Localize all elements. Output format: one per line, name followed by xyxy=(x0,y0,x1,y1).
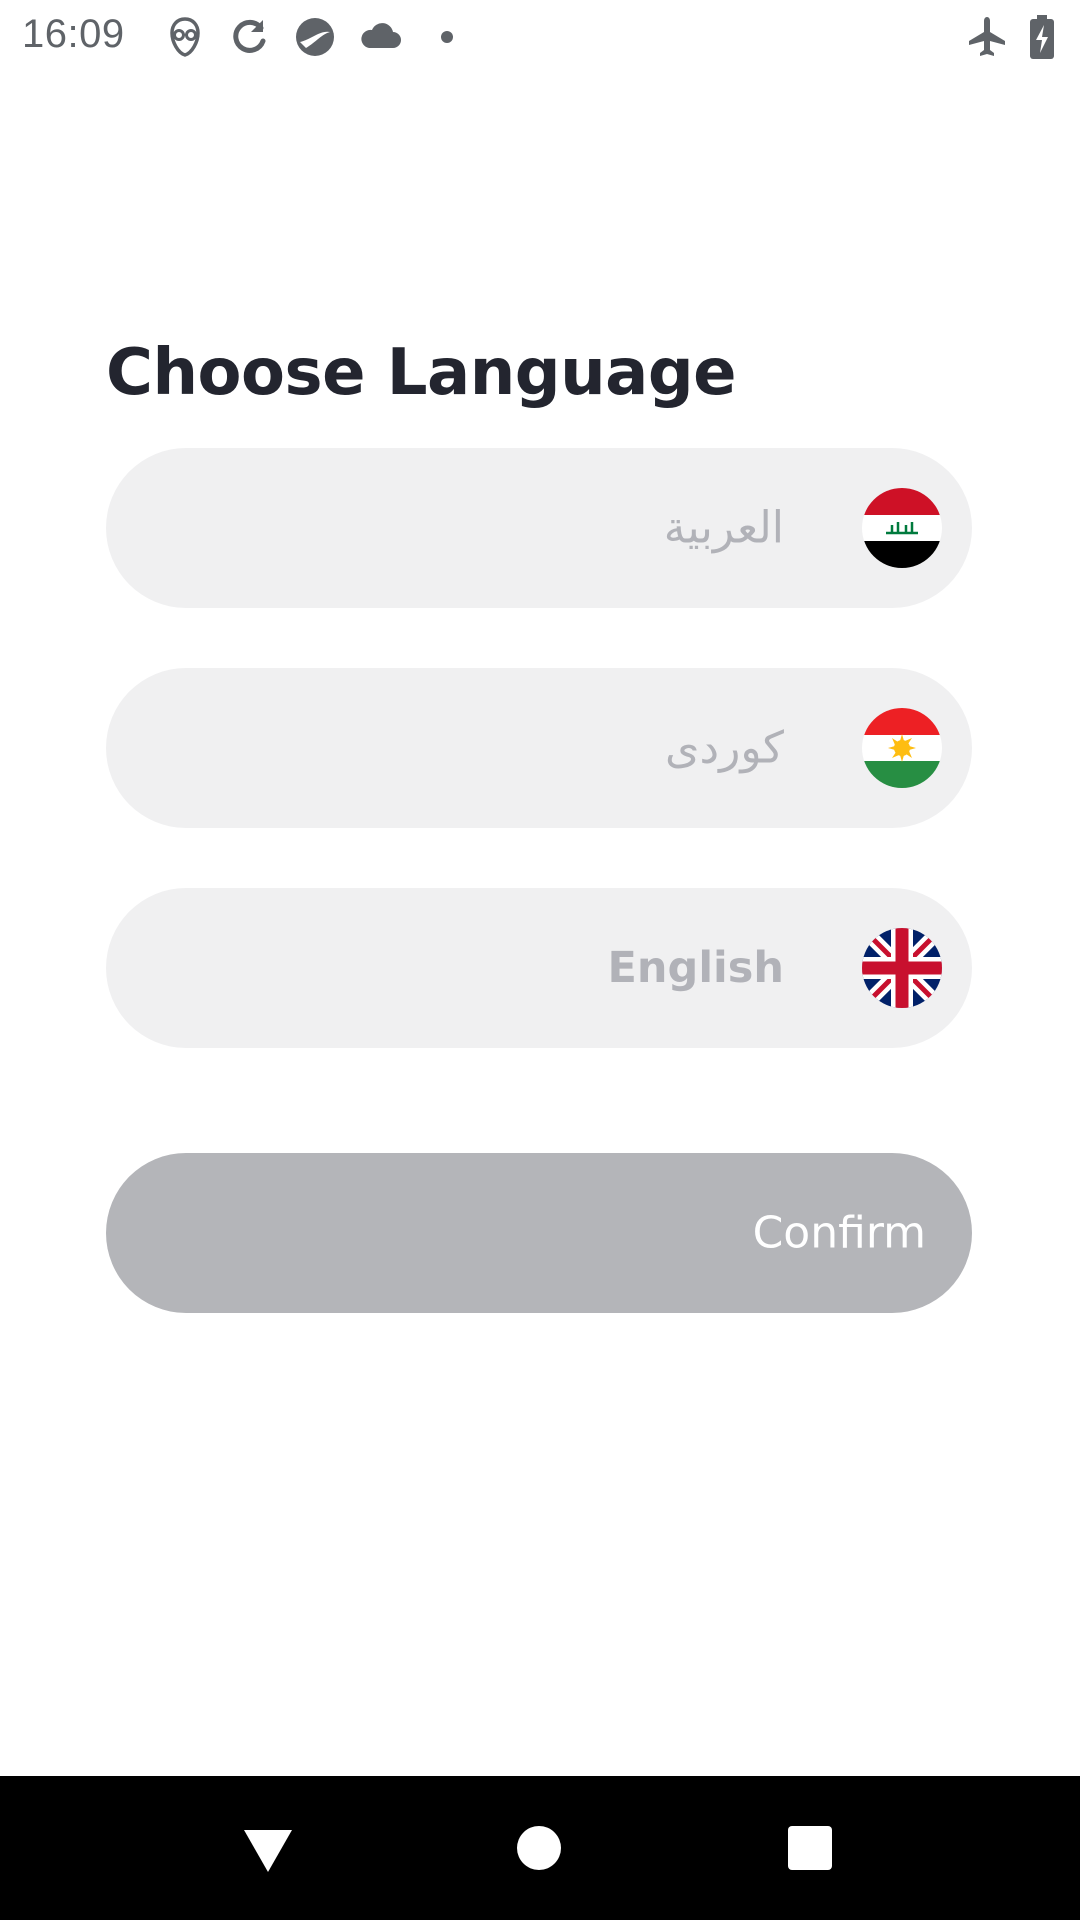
trend-icon xyxy=(292,14,338,60)
language-label: English xyxy=(607,943,784,993)
confirm-label: Confirm xyxy=(752,1207,926,1259)
language-option-english[interactable]: English xyxy=(106,888,972,1048)
alien-icon xyxy=(162,14,208,60)
recents-icon[interactable] xyxy=(778,1816,842,1880)
navigation-bar xyxy=(0,1776,1080,1920)
home-icon[interactable] xyxy=(507,1816,571,1880)
uk-flag-icon xyxy=(862,928,942,1008)
iraq-flag-icon xyxy=(862,488,942,568)
airplane-mode-icon xyxy=(964,14,1010,60)
status-bar: 16:09 xyxy=(0,0,1080,74)
status-time: 16:09 xyxy=(22,12,125,56)
confirm-button[interactable]: Confirm xyxy=(106,1153,972,1313)
back-icon[interactable] xyxy=(236,1816,300,1880)
language-option-kurdish[interactable]: كوردى xyxy=(106,668,972,828)
language-option-arabic[interactable]: العربية xyxy=(106,448,972,608)
cloud-icon xyxy=(357,14,403,60)
page-title: Choose Language xyxy=(106,336,737,410)
kurdistan-flag-icon xyxy=(862,708,942,788)
battery-charging-icon xyxy=(1022,14,1062,60)
dot-icon xyxy=(424,14,470,60)
language-label: العربية xyxy=(663,502,784,554)
sync-icon xyxy=(227,14,273,60)
language-label: كوردى xyxy=(665,722,784,774)
